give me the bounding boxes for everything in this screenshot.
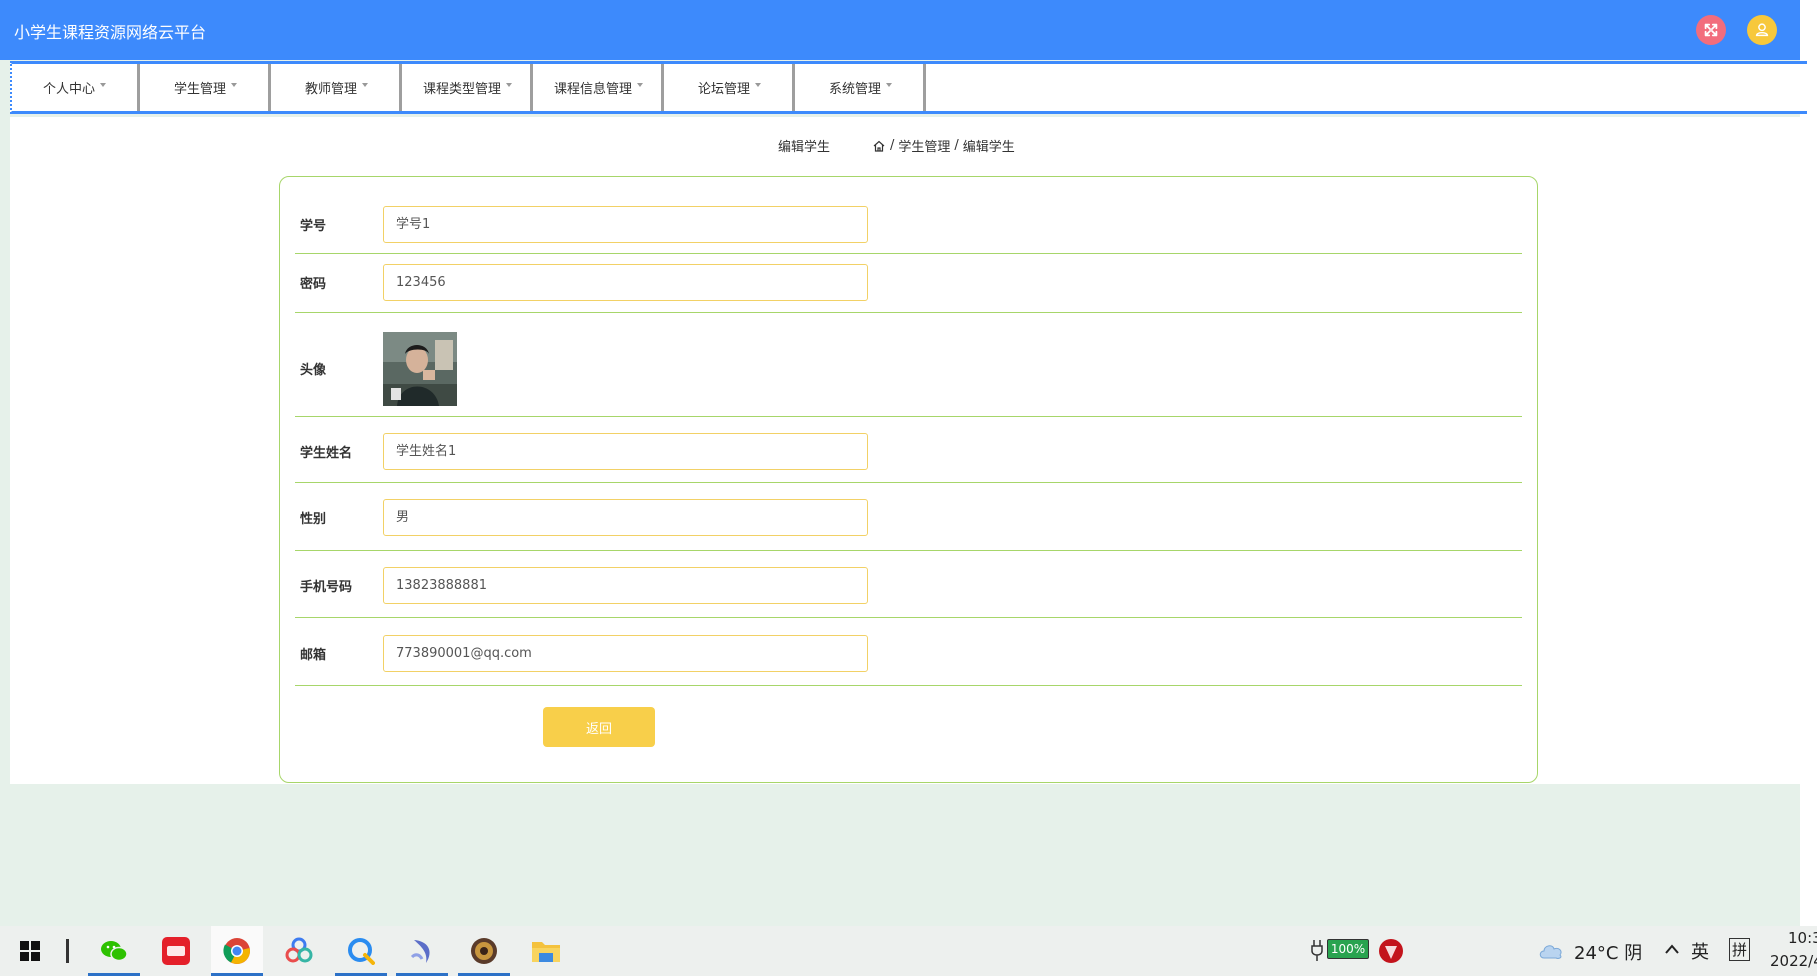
form-row-gender: 性别 男 (295, 483, 1522, 551)
breadcrumb: / 学生管理 / 编辑学生 (872, 136, 1015, 155)
ime-language[interactable]: 英 (1691, 938, 1709, 964)
taskbar-youdao[interactable] (150, 926, 202, 976)
caret-down-icon (100, 82, 106, 87)
nav-item-student-management[interactable]: 学生管理 (143, 64, 271, 111)
form-row-email: 邮箱 773890001@qq.com (295, 618, 1522, 686)
phone-input[interactable]: 13823888881 (383, 567, 868, 604)
nav-item-teacher-management[interactable]: 教师管理 (274, 64, 402, 111)
caret-down-icon (362, 82, 368, 87)
windows-start-icon (20, 941, 40, 961)
cloud-icon (1539, 945, 1562, 959)
chevron-up-icon[interactable] (1664, 943, 1680, 955)
battery-indicator[interactable]: 100% (1327, 939, 1369, 959)
dolphin-icon (410, 940, 430, 963)
breadcrumb-student-management[interactable]: 学生管理 (898, 136, 950, 155)
breadcrumb-edit-student: 编辑学生 (962, 140, 1015, 155)
clock-date[interactable]: 2022/4 (1770, 952, 1817, 970)
nav-item-personal-center[interactable]: 个人中心 (12, 64, 140, 111)
caret-down-icon (231, 82, 237, 87)
game-icon (471, 938, 497, 964)
taskbar-file-explorer[interactable] (520, 926, 572, 976)
field-label: 密码 (300, 277, 327, 292)
user-icon (1755, 23, 1769, 37)
nav-item-label: 学生管理 (173, 82, 226, 97)
power-plug-icon (1311, 940, 1323, 961)
form-row-password: 密码 123456 (295, 254, 1522, 313)
wechat-icon (101, 941, 128, 962)
email-input[interactable]: 773890001@qq.com (383, 635, 868, 672)
form-row-phone: 手机号码 13823888881 (295, 551, 1522, 618)
file-explorer-icon (532, 942, 560, 962)
nav-item-label: 个人中心 (42, 82, 95, 97)
form-row-student-no: 学号 学号1 (295, 177, 1522, 254)
field-label: 学生姓名 (300, 446, 353, 461)
field-label: 邮箱 (300, 648, 327, 663)
field-label: 手机号码 (300, 580, 353, 595)
os-taskbar: 100% 24°C 阴 英 拼 10:3 2022/4 (0, 926, 1817, 976)
taskbar-app[interactable] (273, 926, 325, 976)
nav-item-label: 课程信息管理 (553, 82, 632, 97)
page-title: 编辑学生 (778, 140, 831, 155)
student-name-input[interactable]: 学生姓名1 (383, 433, 868, 470)
form-row-student-name: 学生姓名 学生姓名1 (295, 417, 1522, 483)
antivirus-icon[interactable] (1378, 938, 1404, 964)
main-nav: 个人中心 学生管理 教师管理 课程类型管理 课程信息管理 论坛管理 系统管理 (10, 61, 1807, 114)
caret-down-icon (886, 82, 892, 87)
nav-item-course-type-management[interactable]: 课程类型管理 (405, 64, 533, 111)
nav-item-label: 教师管理 (304, 82, 357, 97)
caret-down-icon (755, 82, 761, 87)
fullscreen-icon (1704, 23, 1718, 37)
breadcrumb-separator: / (890, 138, 895, 153)
nav-item-course-info-management[interactable]: 课程信息管理 (536, 64, 664, 111)
taskbar-game[interactable] (458, 926, 510, 976)
taskbar-dolphin[interactable] (396, 926, 448, 976)
task-view-button[interactable] (46, 926, 90, 976)
user-button[interactable] (1747, 15, 1777, 45)
taskbar-qq-browser[interactable] (335, 926, 387, 976)
youdao-icon (162, 937, 190, 965)
gender-input[interactable]: 男 (383, 499, 868, 536)
caret-down-icon (506, 82, 512, 87)
home-icon[interactable] (872, 139, 886, 153)
weather-text[interactable]: 24°C 阴 (1574, 939, 1642, 965)
nav-item-system-management[interactable]: 系统管理 (798, 64, 926, 111)
field-label: 学号 (300, 219, 327, 234)
caret-down-icon (637, 82, 643, 87)
student-no-input[interactable]: 学号1 (383, 206, 868, 243)
app-icon (285, 937, 313, 963)
taskbar-chrome[interactable] (211, 926, 263, 976)
fullscreen-button[interactable] (1696, 15, 1726, 45)
taskbar-wechat[interactable] (88, 926, 140, 976)
nav-item-forum-management[interactable]: 论坛管理 (667, 64, 795, 111)
nav-item-label: 课程类型管理 (422, 82, 501, 97)
breadcrumb-separator: / (954, 138, 959, 153)
app-title: 小学生课程资源网络云平台 (14, 23, 207, 42)
return-button[interactable]: 返回 (543, 707, 655, 747)
nav-item-label: 系统管理 (828, 82, 881, 97)
field-label: 头像 (300, 363, 327, 378)
avatar-image[interactable] (383, 332, 457, 406)
password-input[interactable]: 123456 (383, 264, 868, 301)
clock-time[interactable]: 10:3 (1788, 929, 1817, 947)
nav-item-label: 论坛管理 (697, 82, 750, 97)
field-label: 性别 (300, 512, 327, 527)
chrome-icon (223, 938, 250, 964)
task-view-icon (66, 939, 69, 963)
ime-mode[interactable]: 拼 (1729, 938, 1751, 961)
qq-browser-icon (348, 938, 375, 965)
top-header: 小学生课程资源网络云平台 (0, 0, 1800, 60)
form-row-avatar: 头像 (295, 313, 1522, 417)
edit-student-form: 学号 学号1 密码 123456 头像 学生姓名 学生姓名1 性别 男 手机号码… (279, 176, 1538, 783)
